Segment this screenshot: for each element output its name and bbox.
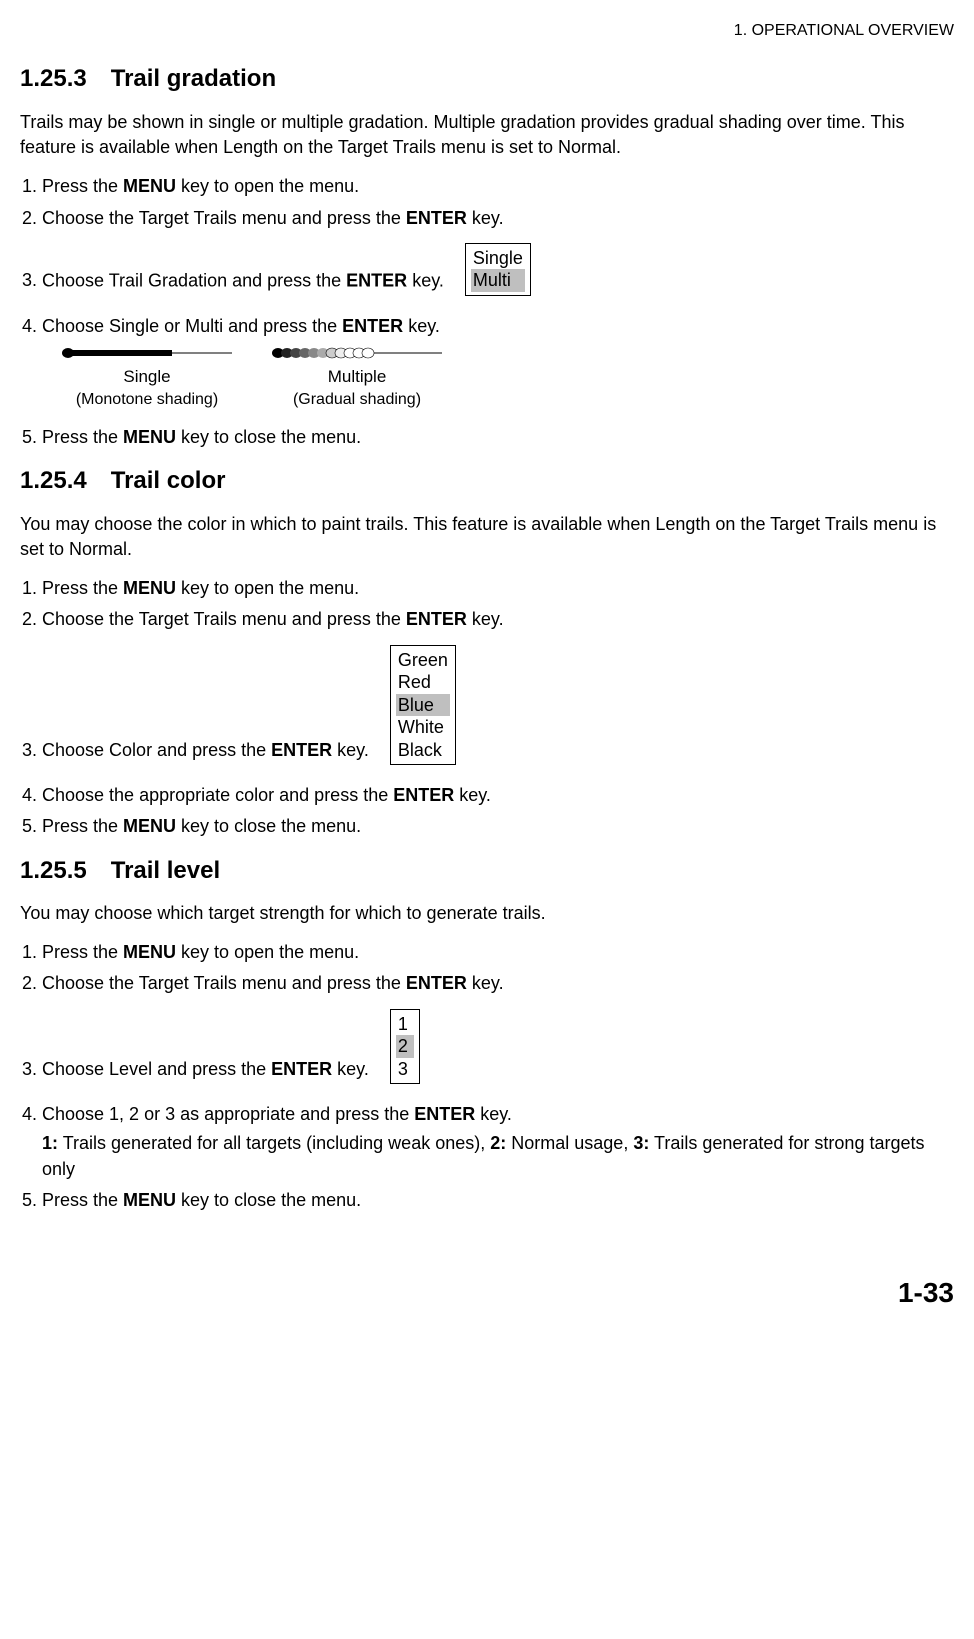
single-label: Single xyxy=(62,365,232,389)
option-white: White xyxy=(396,716,450,739)
level-option-box: 1 2 3 xyxy=(390,1009,420,1085)
section-1254-num: 1.25.4 xyxy=(20,467,87,494)
option-green: Green xyxy=(396,649,450,672)
list-item: Choose the Target Trails menu and press … xyxy=(42,607,954,632)
gradation-option-box: Single Multi xyxy=(465,243,531,296)
section-1253-heading: 1.25.3 Trail gradation xyxy=(20,62,954,96)
section-1253-intro: Trails may be shown in single or multipl… xyxy=(20,110,954,160)
list-item: Choose Color and press the ENTER key. Gr… xyxy=(42,639,954,778)
list-item: Choose the appropriate color and press t… xyxy=(42,783,954,808)
section-1255-steps: Press the MENU key to open the menu. Cho… xyxy=(20,940,954,1213)
single-shading-col: Single (Monotone shading) xyxy=(62,347,232,411)
section-1253-num: 1.25.3 xyxy=(20,65,87,92)
single-shading-icon xyxy=(62,347,232,359)
level-explanation: 1: Trails generated for all targets (inc… xyxy=(42,1131,954,1181)
single-sublabel: (Monotone shading) xyxy=(62,389,232,411)
list-item: Press the MENU key to open the menu. xyxy=(42,576,954,601)
section-1254-title: Trail color xyxy=(111,467,226,494)
list-item: Press the MENU key to open the menu. xyxy=(42,940,954,965)
section-1255-intro: You may choose which target strength for… xyxy=(20,901,954,926)
multiple-shading-col: Multiple (Gradual shading) xyxy=(272,347,442,411)
list-item: Choose Level and press the ENTER key. 1 … xyxy=(42,1003,954,1097)
list-item: Choose Single or Multi and press the ENT… xyxy=(42,314,954,411)
shading-diagram: Single (Monotone shading) xyxy=(62,347,954,411)
multiple-label: Multiple xyxy=(272,365,442,389)
option-black: Black xyxy=(396,739,450,762)
list-item: Press the MENU key to close the menu. xyxy=(42,425,954,450)
option-single: Single xyxy=(471,247,525,270)
list-item: Choose Trail Gradation and press the ENT… xyxy=(42,237,954,308)
section-1255-num: 1.25.5 xyxy=(20,857,87,884)
section-1254-intro: You may choose the color in which to pai… xyxy=(20,512,954,562)
color-option-box: Green Red Blue White Black xyxy=(390,645,456,766)
multiple-shading-icon xyxy=(272,347,442,359)
list-item: Choose 1, 2 or 3 as appropriate and pres… xyxy=(42,1102,954,1182)
section-1254-steps: Press the MENU key to open the menu. Cho… xyxy=(20,576,954,839)
section-1255-heading: 1.25.5 Trail level xyxy=(20,854,954,888)
chapter-header: 1. OPERATIONAL OVERVIEW xyxy=(20,20,954,42)
option-level-2: 2 xyxy=(396,1035,414,1058)
option-blue: Blue xyxy=(396,694,450,717)
option-red: Red xyxy=(396,671,450,694)
option-multi: Multi xyxy=(471,269,525,292)
section-1255-title: Trail level xyxy=(111,857,220,884)
list-item: Choose the Target Trails menu and press … xyxy=(42,971,954,996)
option-level-1: 1 xyxy=(396,1013,414,1036)
list-item: Press the MENU key to close the menu. xyxy=(42,1188,954,1213)
section-1253-title: Trail gradation xyxy=(111,65,276,92)
section-1253-steps: Press the MENU key to open the menu. Cho… xyxy=(20,174,954,450)
list-item: Press the MENU key to open the menu. xyxy=(42,174,954,199)
page-number: 1-33 xyxy=(20,1273,954,1312)
multiple-sublabel: (Gradual shading) xyxy=(272,389,442,411)
list-item: Choose the Target Trails menu and press … xyxy=(42,206,954,231)
option-level-3: 3 xyxy=(396,1058,414,1081)
list-item: Press the MENU key to close the menu. xyxy=(42,814,954,839)
section-1254-heading: 1.25.4 Trail color xyxy=(20,464,954,498)
